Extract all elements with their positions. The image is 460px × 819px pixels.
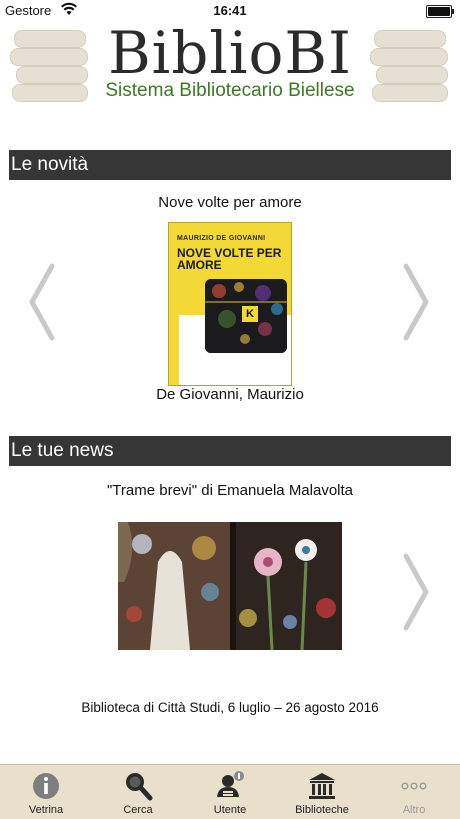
magnifier-icon xyxy=(126,773,153,801)
tab-vetrina[interactable]: Vetrina xyxy=(0,765,92,819)
app-logo-subtitle: Sistema Bibliotecario Biellese xyxy=(105,80,355,101)
status-bar: Gestore 16:41 xyxy=(0,0,460,20)
tab-label: Vetrina xyxy=(28,804,64,816)
news-image[interactable] xyxy=(118,522,342,650)
book-title[interactable]: Nove volte per amore xyxy=(0,194,460,211)
info-icon xyxy=(33,773,59,799)
tab-utente[interactable]: Utente xyxy=(184,765,276,819)
app-logo-title: BiblioBI xyxy=(108,19,352,87)
news-caption: Biblioteca di Città Studi, 6 luglio – 26… xyxy=(81,700,379,715)
cover-author-text: MAURIZIO DE GIOVANNI xyxy=(177,235,266,242)
book-cover-image[interactable]: MAURIZIO DE GIOVANNI NOVE VOLTE PER AMOR… xyxy=(169,223,291,385)
tab-label: Altro xyxy=(402,804,426,816)
clock: 16:41 xyxy=(213,3,247,18)
cover-title-text: NOVE VOLTE PER AMORE xyxy=(177,246,282,272)
app-header-logo: BiblioBI Sistema Bibliotecario Biellese xyxy=(0,20,460,108)
tab-cerca[interactable]: Cerca xyxy=(92,765,184,819)
tab-label: Utente xyxy=(213,804,247,816)
cover-k-badge: K xyxy=(241,305,259,323)
more-dots-icon xyxy=(401,782,427,790)
tab-altro[interactable]: Altro xyxy=(368,765,460,819)
library-building-icon xyxy=(309,773,335,799)
battery-icon xyxy=(426,5,454,18)
tab-bar: Vetrina Cerca Utente Biblioteche Altro xyxy=(0,764,460,819)
news-title[interactable]: "Trame brevi" di Emanuela Malavolta xyxy=(0,482,460,499)
section-header-news: Le tue news xyxy=(9,436,451,466)
section-header-novita: Le novità xyxy=(9,150,451,180)
tab-biblioteche[interactable]: Biblioteche xyxy=(276,765,368,819)
tab-label: Biblioteche xyxy=(295,804,349,816)
tab-label: Cerca xyxy=(123,804,153,816)
user-icon xyxy=(217,771,244,797)
chevron-right-news-icon[interactable] xyxy=(402,552,432,632)
chevron-left-icon[interactable] xyxy=(26,262,56,342)
book-author: De Giovanni, Maurizio xyxy=(156,386,304,403)
chevron-right-icon[interactable] xyxy=(402,262,432,342)
